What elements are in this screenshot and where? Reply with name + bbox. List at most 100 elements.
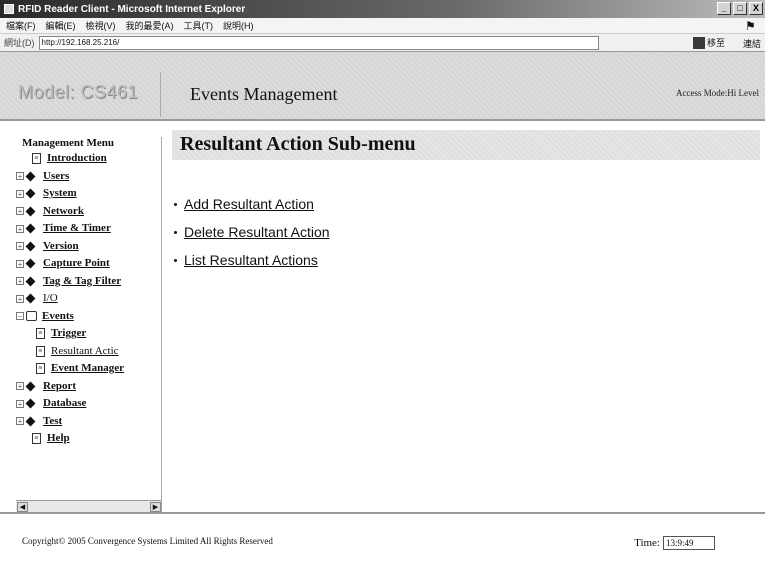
page-icon: ≡ [36, 328, 45, 340]
list-item: Add Resultant Action [174, 190, 330, 218]
horizontal-scrollbar[interactable]: ◀ ▶ [16, 500, 161, 512]
links-button[interactable]: 連結 [743, 37, 761, 50]
page-icon: ≡ [36, 363, 45, 375]
nav-link-time-timer[interactable]: Time & Timer [43, 220, 111, 238]
go-button[interactable]: 移至 [692, 36, 725, 49]
expand-icon[interactable]: + [16, 189, 24, 198]
scroll-right-icon[interactable]: ▶ [150, 502, 161, 512]
nav-item-event-manager[interactable]: ≡ Event Manager [16, 360, 161, 378]
bullet-icon [174, 230, 177, 234]
expand-icon[interactable]: + [16, 294, 24, 303]
expand-icon[interactable]: + [16, 399, 24, 408]
menu-file[interactable]: 檔案(F) [6, 19, 36, 32]
nav-item-time-timer[interactable]: + Time & Timer [16, 220, 161, 238]
nav-item-database[interactable]: + Database [16, 395, 161, 413]
heading-bar: Resultant Action Sub-menu [172, 130, 760, 160]
nav-link-version[interactable]: Version [43, 238, 79, 256]
page-header: Model: CS461 Events Management Access Mo… [0, 52, 765, 121]
close-button[interactable]: X [749, 2, 763, 15]
time-display: Time: 13:9:49 [634, 536, 715, 550]
book-icon [26, 399, 37, 408]
nav-item-io[interactable]: + I/O [16, 290, 161, 308]
menu-help[interactable]: 說明(H) [223, 19, 254, 32]
book-icon [26, 224, 37, 233]
open-book-icon [26, 311, 37, 322]
time-field: 13:9:49 [663, 536, 715, 550]
nav-item-version[interactable]: + Version [16, 238, 161, 256]
nav-link-help[interactable]: Help [47, 430, 70, 448]
book-icon [26, 242, 37, 251]
nav-link-events[interactable]: Events [42, 308, 74, 326]
browser-menubar: 檔案(F) 編輯(E) 檢視(V) 我的最愛(A) 工具(T) 說明(H) ⚑ [0, 18, 765, 34]
nav-item-help[interactable]: ≡ Help [16, 430, 161, 448]
main-content: Resultant Action Sub-menu Add Resultant … [172, 130, 762, 512]
management-menu: Management Menu ≡ Introduction + Users +… [16, 137, 162, 512]
expand-icon[interactable]: + [16, 172, 24, 181]
delete-resultant-action-link[interactable]: Delete Resultant Action [184, 218, 330, 246]
nav-link-tag-filter[interactable]: Tag & Tag Filter [43, 273, 121, 291]
nav-item-tag-filter[interactable]: + Tag & Tag Filter [16, 273, 161, 291]
list-item: List Resultant Actions [174, 246, 330, 274]
book-icon [26, 417, 37, 426]
page-icon: ≡ [36, 345, 45, 357]
nav-item-report[interactable]: + Report [16, 378, 161, 396]
go-label: 移至 [706, 38, 725, 48]
list-item: Delete Resultant Action [174, 218, 330, 246]
nav-link-introduction[interactable]: Introduction [47, 150, 107, 168]
expand-icon[interactable]: + [16, 259, 24, 268]
page-title: Resultant Action Sub-menu [180, 133, 416, 155]
nav-item-test[interactable]: + Test [16, 413, 161, 431]
nav-link-report[interactable]: Report [43, 378, 76, 396]
nav-item-users[interactable]: + Users [16, 168, 161, 186]
nav-link-capture-point[interactable]: Capture Point [43, 255, 110, 273]
expand-icon[interactable]: + [16, 224, 24, 233]
nav-link-database[interactable]: Database [43, 395, 86, 413]
nav-link-network[interactable]: Network [43, 203, 84, 221]
window-titlebar: RFID Reader Client - Microsoft Internet … [0, 0, 765, 18]
add-resultant-action-link[interactable]: Add Resultant Action [184, 190, 314, 218]
page-icon: ≡ [32, 433, 41, 445]
nav-item-trigger[interactable]: ≡ Trigger [16, 325, 161, 343]
list-resultant-actions-link[interactable]: List Resultant Actions [184, 246, 318, 274]
window-controls: _ □ X [717, 2, 763, 15]
nav-item-resultant-action[interactable]: ≡ Resultant Actic [16, 343, 161, 361]
time-label: Time: [634, 537, 660, 549]
nav-link-users[interactable]: Users [43, 168, 69, 186]
nav-item-capture-point[interactable]: + Capture Point [16, 255, 161, 273]
nav-item-events[interactable]: − Events [16, 308, 161, 326]
menu-favorites[interactable]: 我的最愛(A) [126, 19, 174, 32]
ie-app-icon [4, 4, 14, 14]
expand-icon[interactable]: + [16, 277, 24, 286]
expand-icon[interactable]: + [16, 207, 24, 216]
copyright-text: Copyright© 2005 Convergence Systems Limi… [22, 536, 273, 546]
minimize-button[interactable]: _ [717, 2, 731, 15]
nav-link-io[interactable]: I/O [43, 290, 58, 308]
book-icon [26, 294, 37, 303]
nav-link-system[interactable]: System [43, 185, 77, 203]
action-links: Add Resultant Action Delete Resultant Ac… [174, 190, 330, 274]
window-title: RFID Reader Client - Microsoft Internet … [18, 3, 246, 15]
nav-link-event-manager[interactable]: Event Manager [51, 360, 124, 378]
nav-item-introduction[interactable]: ≡ Introduction [16, 150, 161, 168]
access-mode: Access Mode:Hi Level [676, 88, 759, 98]
expand-icon[interactable]: + [16, 242, 24, 251]
nav-item-system[interactable]: + System [16, 185, 161, 203]
nav-link-test[interactable]: Test [43, 413, 62, 431]
menu-tools[interactable]: 工具(T) [184, 19, 214, 32]
nav-link-resultant-action[interactable]: Resultant Actic [51, 343, 119, 361]
expand-icon[interactable]: + [16, 417, 24, 426]
menu-edit[interactable]: 編輯(E) [46, 19, 76, 32]
section-title: Events Management [190, 84, 338, 104]
scroll-left-icon[interactable]: ◀ [17, 502, 28, 512]
model-label: Model: CS461 [18, 82, 139, 102]
nav-link-trigger[interactable]: Trigger [51, 325, 86, 343]
menu-view[interactable]: 檢視(V) [86, 19, 116, 32]
page-icon: ≡ [32, 153, 41, 165]
address-input[interactable]: http://192.168.25.216/ [38, 35, 599, 50]
header-divider [160, 72, 161, 117]
bullet-icon [174, 202, 177, 206]
expand-icon[interactable]: + [16, 382, 24, 391]
collapse-icon[interactable]: − [16, 312, 24, 321]
maximize-button[interactable]: □ [733, 2, 747, 15]
nav-item-network[interactable]: + Network [16, 203, 161, 221]
